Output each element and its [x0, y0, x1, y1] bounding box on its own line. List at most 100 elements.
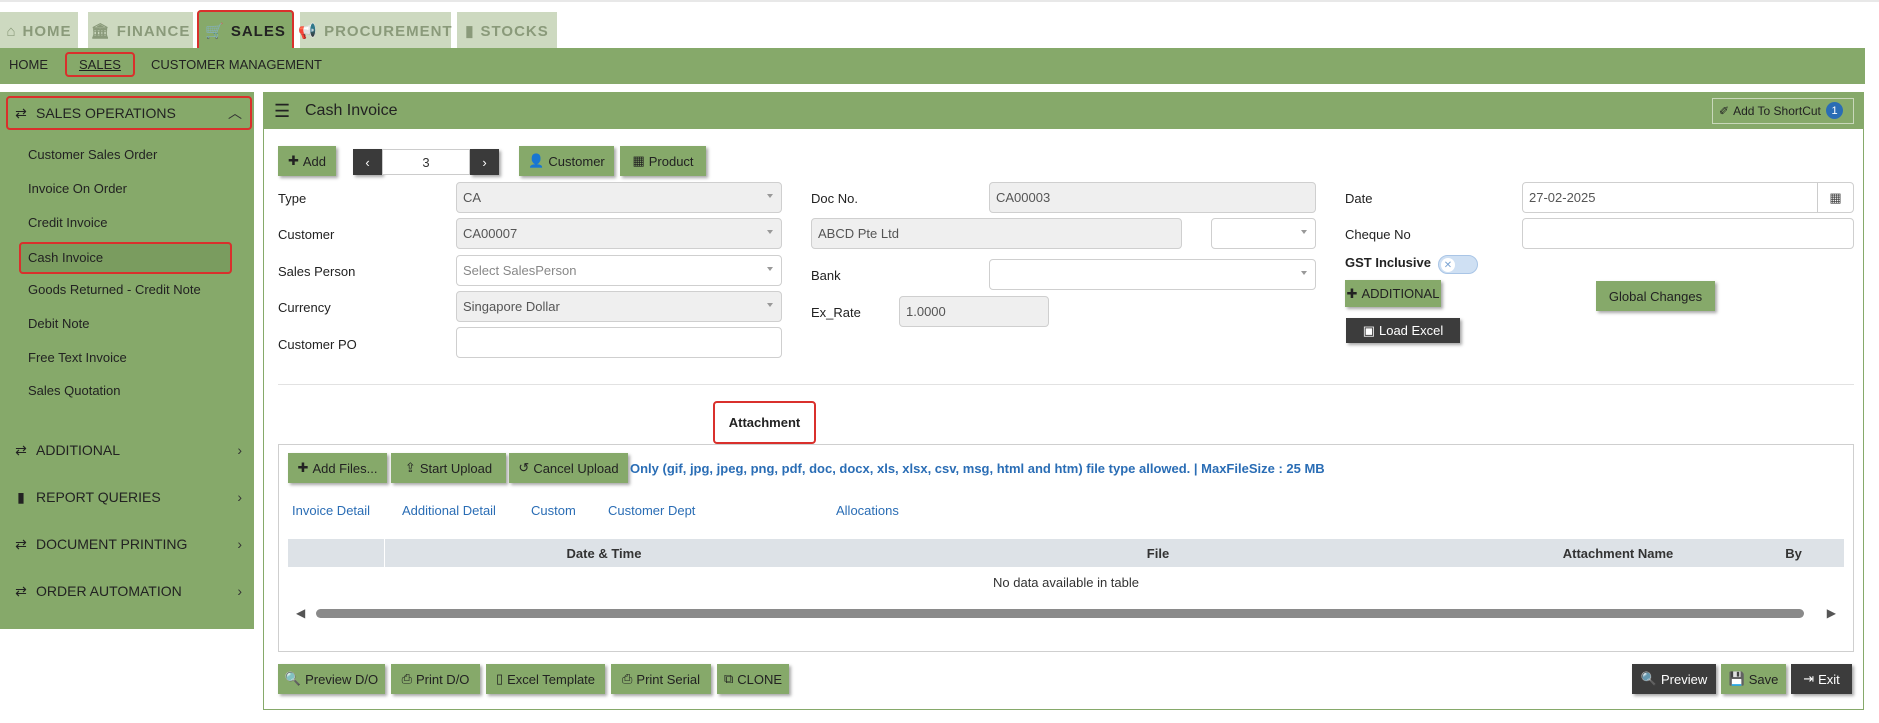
chevron-right-icon: ›: [237, 489, 242, 505]
top-tab-home[interactable]: ⌂ HOME: [0, 12, 78, 50]
customer-po-input[interactable]: [456, 327, 782, 358]
excel-template-button[interactable]: ▯ Excel Template: [486, 664, 605, 694]
ex-rate-label: Ex_Rate: [811, 305, 861, 320]
scroll-left-icon[interactable]: ◀: [296, 606, 305, 620]
sidebar-group-report-queries[interactable]: ▮ REPORT QUERIES ›: [6, 480, 252, 514]
exit-button[interactable]: ⇥ Exit: [1791, 664, 1852, 694]
file-icon: ▯: [495, 671, 504, 686]
sidebar-item-customer-sales-order[interactable]: Customer Sales Order: [28, 147, 157, 162]
column-header-attachment-name[interactable]: Attachment Name: [1493, 546, 1743, 561]
top-module-bar: ⌂ HOME 🏛 FINANCE 🛒 SALES 📢 PROCUREMENT ▮ STOC…: [0, 0, 1879, 52]
previous-record-button[interactable]: ‹: [353, 149, 382, 175]
subnav-sales[interactable]: SALES: [65, 52, 135, 77]
table-empty-message: No data available in table: [993, 575, 1139, 590]
next-record-button[interactable]: ›: [470, 149, 499, 175]
sidebar-item-credit-invoice[interactable]: Credit Invoice: [28, 215, 107, 230]
plus-icon: ✚: [297, 460, 309, 475]
upload-icon: ⇪: [404, 460, 416, 475]
top-tab-stocks[interactable]: ▮ STOCKS: [457, 12, 557, 50]
add-button[interactable]: ✚ Add: [278, 146, 336, 176]
clone-button[interactable]: ⧉ CLONE: [717, 664, 789, 694]
sidebar-item-free-text-invoice[interactable]: Free Text Invoice: [28, 350, 127, 365]
print-icon: ⎙: [401, 671, 412, 686]
scroll-right-icon[interactable]: ▶: [1827, 606, 1836, 620]
transfer-icon: ⇄: [15, 441, 27, 458]
sidebar-item-cash-invoice-label: Cash Invoice: [28, 250, 104, 265]
load-excel-button[interactable]: ▣ Load Excel: [1346, 318, 1460, 343]
add-files-button[interactable]: ✚ Add Files...: [288, 453, 387, 483]
sidebar-item-debit-note[interactable]: Debit Note: [28, 316, 89, 331]
print-do-button[interactable]: ⎙ Print D/O: [391, 664, 480, 694]
form-divider: [278, 384, 1854, 385]
currency-select[interactable]: Singapore Dollar: [456, 291, 782, 322]
doc-no-input[interactable]: CA00003: [989, 182, 1316, 213]
subnav-customer-management[interactable]: CUSTOMER MANAGEMENT: [151, 57, 322, 72]
cart-icon: 🛒: [205, 23, 225, 40]
gst-inclusive-toggle[interactable]: ✕: [1438, 255, 1478, 274]
exit-icon: ⇥: [1803, 671, 1815, 686]
customer-branch-select[interactable]: [1211, 218, 1316, 249]
customer-button[interactable]: 👤 Customer: [519, 146, 614, 176]
tab-attachment[interactable]: Attachment: [713, 401, 816, 444]
plus-icon: ✚: [287, 153, 299, 168]
save-button[interactable]: 💾 Save: [1721, 664, 1786, 694]
toggle-off-icon: ✕: [1441, 258, 1455, 272]
column-header-file[interactable]: File: [823, 546, 1493, 561]
preview-do-button[interactable]: 🔍 Preview D/O: [278, 664, 385, 694]
shortcut-count-badge: 1: [1826, 102, 1843, 119]
chevron-left-icon: ‹: [365, 154, 370, 170]
top-tab-finance[interactable]: 🏛 FINANCE: [88, 12, 193, 50]
sales-person-label: Sales Person: [278, 264, 356, 279]
bank-label: Bank: [811, 268, 841, 283]
scrollbar-thumb[interactable]: [316, 609, 1804, 618]
search-icon: 🔍: [284, 671, 302, 686]
menu-icon[interactable]: ☰: [274, 101, 290, 122]
top-tab-sales[interactable]: 🛒 SALES: [197, 10, 294, 52]
page-title: Cash Invoice: [305, 102, 398, 119]
chevron-right-icon: ›: [482, 154, 487, 170]
sidebar-item-sales-quotation[interactable]: Sales Quotation: [28, 383, 121, 398]
calendar-icon[interactable]: ▦: [1817, 183, 1853, 212]
sidebar: ⇄ SALES OPERATIONS ︿ Customer Sales Orde…: [0, 92, 254, 629]
customer-select[interactable]: CA00007: [456, 218, 782, 249]
sales-person-select[interactable]: Select SalesPerson: [456, 255, 782, 286]
sidebar-group-document-printing[interactable]: ⇄ DOCUMENT PRINTING ›: [6, 527, 252, 561]
sidebar-item-goods-returned[interactable]: Goods Returned - Credit Note: [28, 282, 201, 297]
gst-inclusive-label: GST Inclusive: [1345, 255, 1431, 270]
horizontal-scrollbar[interactable]: ◀ ▶: [288, 605, 1844, 621]
record-number-input[interactable]: 3: [382, 149, 470, 175]
subnav-home[interactable]: HOME: [9, 57, 48, 72]
customer-label: Customer: [278, 227, 335, 242]
add-to-shortcut-button[interactable]: ✐ Add To ShortCut 1: [1712, 98, 1854, 124]
search-icon: 🔍: [1640, 671, 1657, 686]
additional-button[interactable]: ✚ ADDITIONAL: [1345, 280, 1441, 307]
start-upload-button[interactable]: ⇪ Start Upload: [391, 453, 506, 483]
preview-button[interactable]: 🔍 Preview: [1632, 664, 1716, 694]
cheque-no-input[interactable]: [1522, 218, 1854, 249]
chevron-right-icon: ›: [237, 536, 242, 552]
customer-name-input[interactable]: ABCD Pte Ltd: [811, 218, 1182, 249]
attachment-table-header: Date & Time File Attachment Name By: [288, 539, 1844, 567]
column-header-by[interactable]: By: [1743, 546, 1844, 561]
sidebar-group-order-automation[interactable]: ⇄ ORDER AUTOMATION ›: [6, 574, 252, 608]
product-button[interactable]: ▦ Product: [620, 146, 706, 176]
dropdown-caret-icon: [767, 303, 773, 307]
transfer-icon: ⇄: [15, 104, 27, 121]
global-changes-button[interactable]: Global Changes: [1596, 281, 1715, 311]
ex-rate-input[interactable]: 1.0000: [899, 296, 1049, 327]
date-input[interactable]: 27-02-2025 ▦: [1522, 182, 1854, 213]
column-header-date-time[interactable]: Date & Time: [385, 546, 823, 561]
top-tab-procurement[interactable]: 📢 PROCUREMENT: [298, 12, 452, 50]
sidebar-item-cash-invoice[interactable]: Cash Invoice: [19, 242, 232, 274]
cancel-upload-button[interactable]: ↺ Cancel Upload: [509, 453, 628, 483]
doc-no-label: Doc No.: [811, 191, 858, 206]
print-serial-button[interactable]: ⎙ Print Serial: [611, 664, 711, 694]
sidebar-section-sales-operations[interactable]: ⇄ SALES OPERATIONS ︿: [6, 96, 252, 130]
type-select[interactable]: CA: [456, 182, 782, 213]
sidebar-item-invoice-on-order[interactable]: Invoice On Order: [28, 181, 127, 196]
type-label: Type: [278, 191, 307, 206]
bank-select[interactable]: [989, 259, 1316, 290]
chevron-up-icon: ︿: [228, 105, 242, 121]
currency-label: Currency: [278, 300, 331, 315]
sidebar-group-additional[interactable]: ⇄ ADDITIONAL ›: [6, 433, 252, 467]
